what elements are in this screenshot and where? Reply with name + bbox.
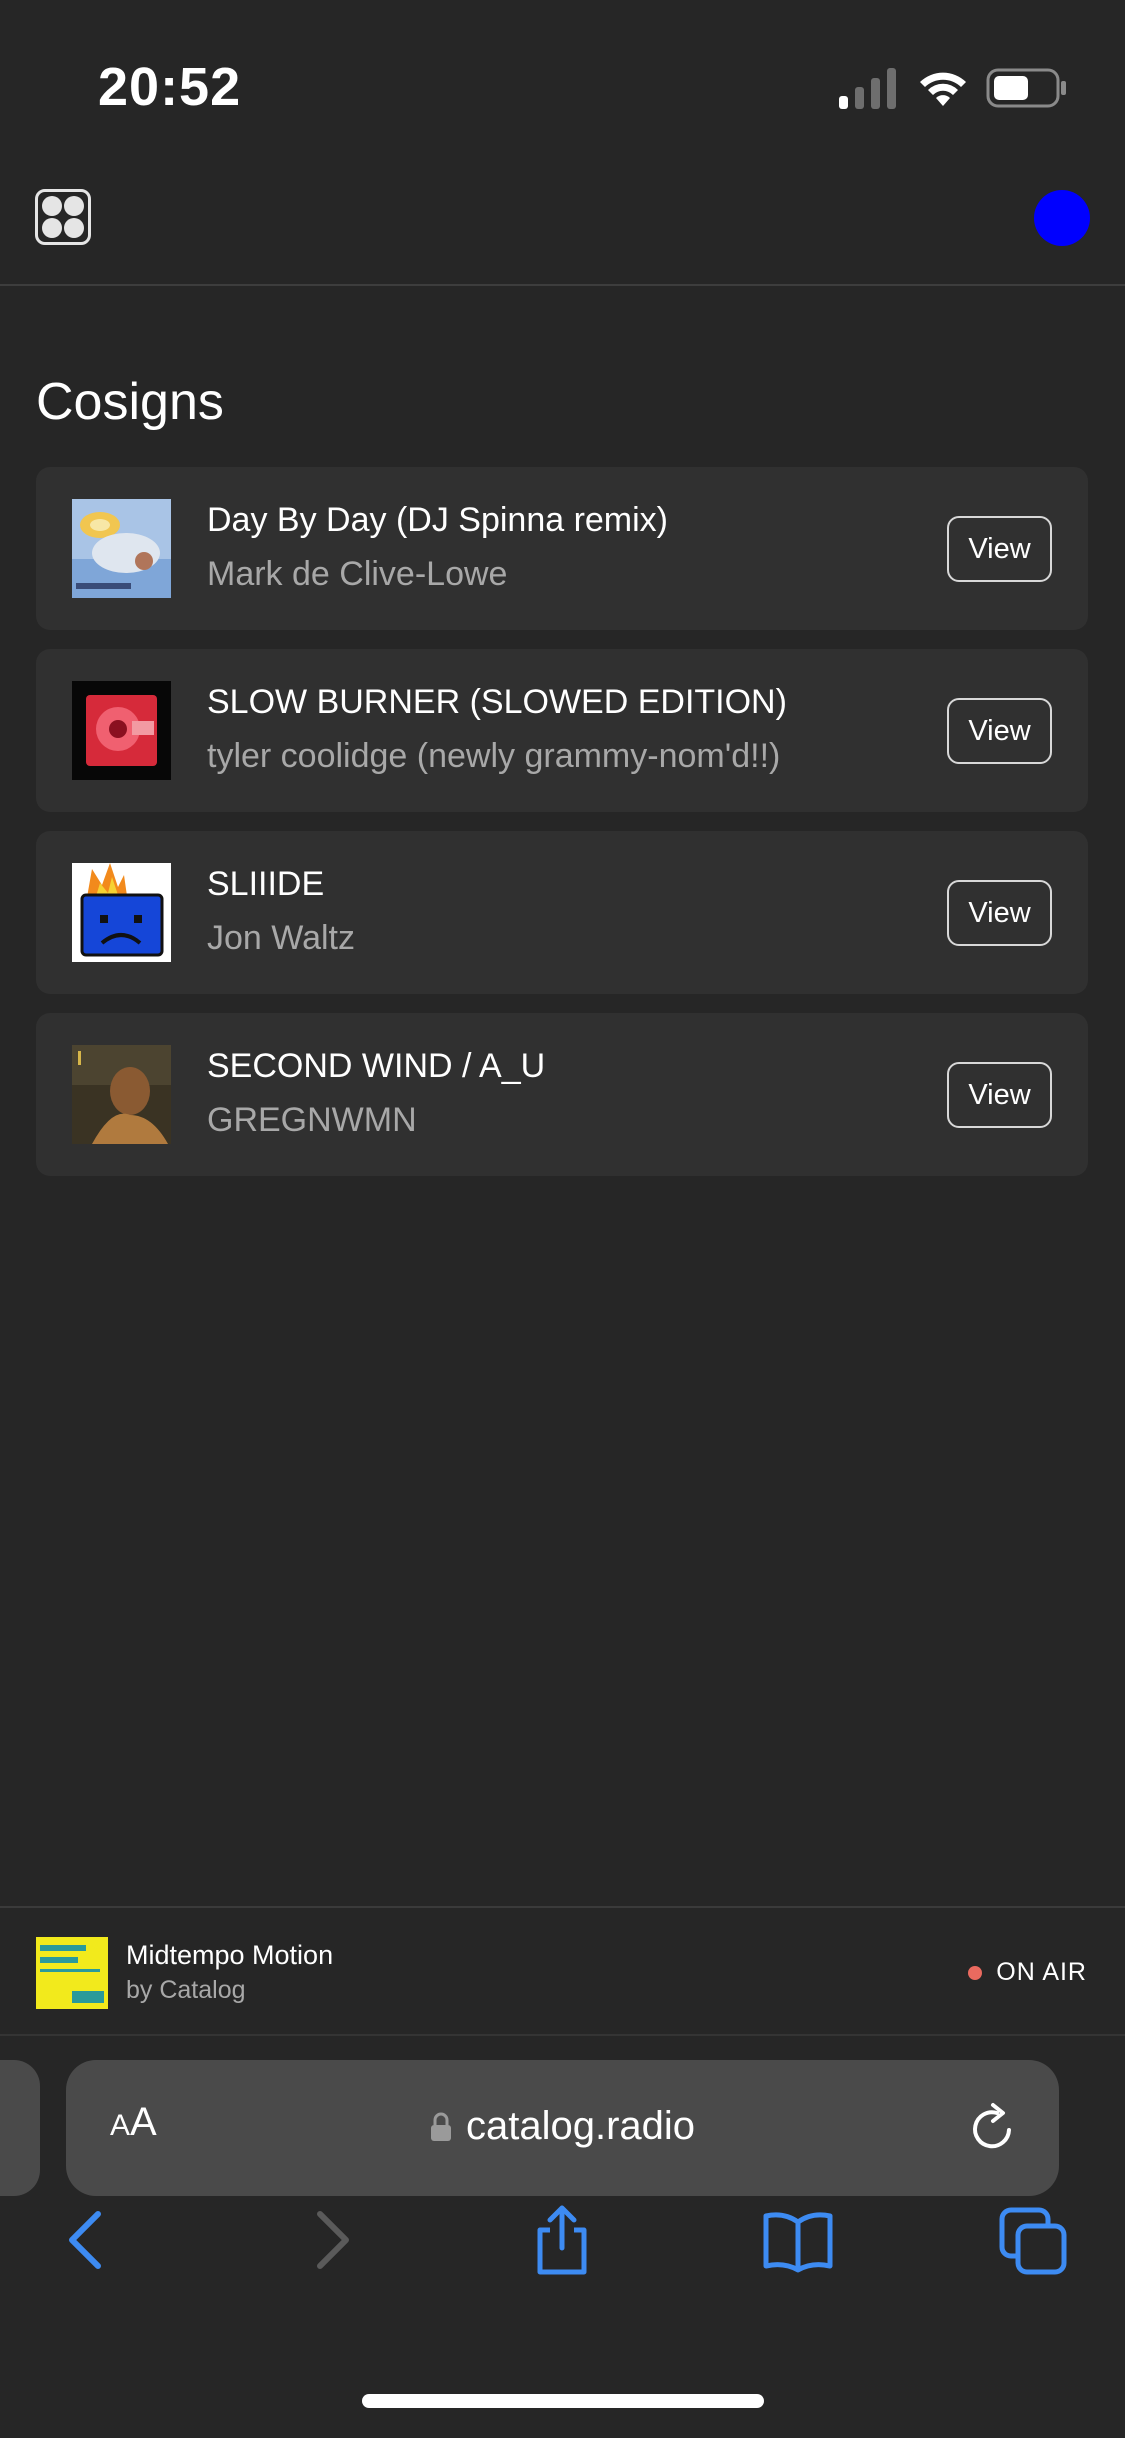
page-title: Cosigns <box>36 373 224 431</box>
cosign-item[interactable]: SECOND WIND / A_U GREGNWMN View <box>36 1013 1088 1176</box>
cellular-signal-icon <box>839 68 896 109</box>
album-cover-image <box>72 1045 171 1144</box>
status-time: 20:52 <box>98 57 242 117</box>
on-air-label: ON AIR <box>996 1958 1087 1986</box>
on-air-indicator: ON AIR <box>968 1958 1087 1987</box>
track-artist: Mark de Clive-Lowe <box>207 555 508 593</box>
catalog-logo-icon[interactable] <box>35 189 91 245</box>
url-display[interactable]: catalog.radio <box>66 2104 1059 2149</box>
battery-icon <box>986 68 1066 108</box>
back-icon[interactable] <box>52 2204 124 2276</box>
address-bar[interactable]: AA catalog.radio <box>66 2060 1059 2196</box>
track-title: SLIIIDE <box>207 865 325 903</box>
app-header <box>0 170 1125 286</box>
view-button[interactable]: View <box>947 698 1052 764</box>
tabs-icon[interactable] <box>998 2204 1070 2276</box>
status-bar: 20:52 <box>0 0 1125 170</box>
album-cover-image <box>72 863 171 962</box>
previous-tab-preview[interactable] <box>0 2060 40 2196</box>
view-button[interactable]: View <box>947 1062 1052 1128</box>
album-cover-image <box>72 681 171 780</box>
track-artist: tyler coolidge (newly grammy-nom'd!!) <box>207 737 781 775</box>
station-subtitle: by Catalog <box>126 1976 246 2004</box>
lock-icon <box>430 2112 451 2141</box>
station-cover-image <box>36 1937 108 2009</box>
track-artist: Jon Waltz <box>207 919 356 957</box>
track-title: Day By Day (DJ Spinna remix) <box>207 501 669 539</box>
bookmarks-icon[interactable] <box>762 2204 834 2276</box>
album-cover-image <box>72 499 171 598</box>
reload-icon[interactable] <box>965 2100 1021 2156</box>
cosign-item[interactable]: Day By Day (DJ Spinna remix) Mark de Cli… <box>36 467 1088 630</box>
track-title: SLOW BURNER (SLOWED EDITION) <box>207 683 787 721</box>
station-title: Midtempo Motion <box>126 1940 334 1970</box>
cosign-item[interactable]: SLOW BURNER (SLOWED EDITION) tyler cooli… <box>36 649 1088 812</box>
wifi-icon <box>920 72 966 106</box>
view-button[interactable]: View <box>947 880 1052 946</box>
view-button[interactable]: View <box>947 516 1052 582</box>
track-artist: GREGNWMN <box>207 1101 417 1139</box>
live-dot-icon <box>968 1965 983 1980</box>
share-icon[interactable] <box>526 2204 598 2276</box>
url-text: catalog.radio <box>465 2104 696 2148</box>
browser-toolbar <box>0 2186 1125 2296</box>
cosign-item[interactable]: SLIIIDE Jon Waltz View <box>36 831 1088 994</box>
avatar[interactable] <box>1034 190 1090 246</box>
forward-icon[interactable] <box>294 2204 366 2276</box>
now-playing-bar[interactable]: Midtempo Motion by Catalog ON AIR <box>0 1906 1125 2036</box>
track-title: SECOND WIND / A_U <box>207 1047 546 1085</box>
home-indicator <box>362 2394 764 2408</box>
